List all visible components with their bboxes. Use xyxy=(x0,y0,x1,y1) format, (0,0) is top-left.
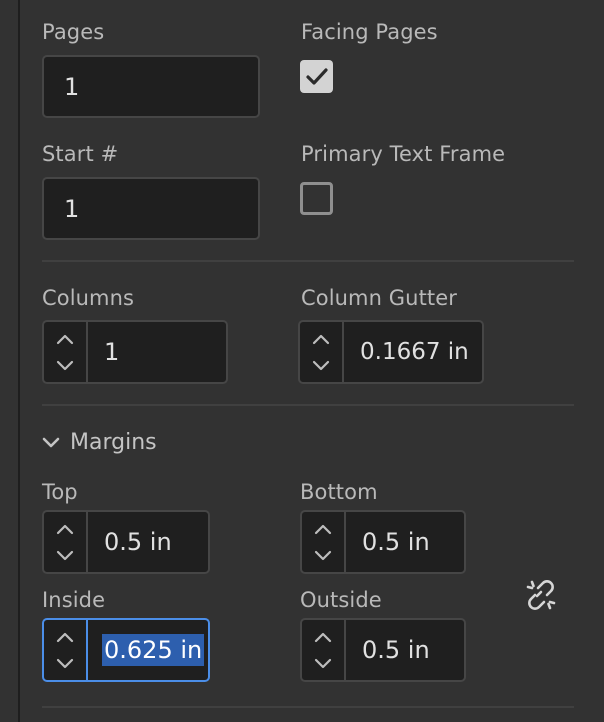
chevron-down-icon[interactable] xyxy=(50,655,80,671)
section-divider xyxy=(42,706,574,708)
column-gutter-input[interactable]: 0.1667 in xyxy=(344,322,482,382)
margin-outside-value: 0.5 in xyxy=(362,636,430,664)
margin-bottom-stepper-arrows xyxy=(302,512,346,572)
margin-bottom-input[interactable]: 0.5 in xyxy=(346,512,464,572)
start-number-label: Start # xyxy=(42,142,119,166)
margin-top-value: 0.5 in xyxy=(104,528,172,556)
columns-stepper-arrows xyxy=(44,322,88,382)
margin-outside-stepper[interactable]: 0.5 in xyxy=(300,618,466,682)
chevron-up-icon[interactable] xyxy=(50,331,80,347)
column-gutter-value: 0.1667 in xyxy=(360,339,469,365)
chevron-down-icon xyxy=(42,437,60,447)
margin-inside-stepper-arrows xyxy=(44,620,88,680)
chevron-up-icon[interactable] xyxy=(308,521,338,537)
margin-bottom-stepper[interactable]: 0.5 in xyxy=(300,510,466,574)
margin-inside-stepper[interactable]: 0.625 in xyxy=(42,618,210,682)
primary-text-frame-label: Primary Text Frame xyxy=(301,142,506,166)
document-setup-panel: Pages 1 Facing Pages Start # 1 Primary T… xyxy=(0,0,604,722)
column-gutter-stepper[interactable]: 0.1667 in xyxy=(298,320,484,384)
margin-inside-label: Inside xyxy=(42,588,106,612)
chevron-down-icon[interactable] xyxy=(50,357,80,373)
margin-inside-value: 0.625 in xyxy=(102,634,205,666)
margin-outside-label: Outside xyxy=(300,588,382,612)
margin-top-stepper[interactable]: 0.5 in xyxy=(42,510,210,574)
margin-outside-stepper-arrows xyxy=(302,620,346,680)
margin-top-input[interactable]: 0.5 in xyxy=(88,512,208,572)
margin-inside-input[interactable]: 0.625 in xyxy=(88,620,208,680)
chevron-up-icon[interactable] xyxy=(308,629,338,645)
start-number-value: 1 xyxy=(64,194,80,223)
column-gutter-label: Column Gutter xyxy=(301,286,458,310)
margin-outside-input[interactable]: 0.5 in xyxy=(346,620,464,680)
chevron-down-icon[interactable] xyxy=(308,655,338,671)
broken-link-icon[interactable] xyxy=(524,578,558,612)
columns-label: Columns xyxy=(42,286,135,310)
pages-value: 1 xyxy=(64,72,80,101)
pages-label: Pages xyxy=(42,20,105,44)
chevron-up-icon[interactable] xyxy=(306,331,336,347)
chevron-down-icon[interactable] xyxy=(50,547,80,563)
margin-top-stepper-arrows xyxy=(44,512,88,572)
columns-stepper[interactable]: 1 xyxy=(42,320,228,384)
facing-pages-checkbox[interactable] xyxy=(300,60,333,93)
margin-bottom-label: Bottom xyxy=(300,480,378,504)
facing-pages-label: Facing Pages xyxy=(301,20,438,44)
panel-left-border xyxy=(18,0,20,722)
margins-title: Margins xyxy=(70,430,157,455)
section-divider xyxy=(42,260,574,262)
section-divider xyxy=(42,404,574,406)
checkmark-icon xyxy=(305,67,328,85)
pages-input[interactable]: 1 xyxy=(42,55,260,118)
primary-text-frame-checkbox[interactable] xyxy=(300,182,333,215)
column-gutter-stepper-arrows xyxy=(300,322,344,382)
margin-top-label: Top xyxy=(42,480,78,504)
chevron-down-icon[interactable] xyxy=(308,547,338,563)
chevron-down-icon[interactable] xyxy=(306,357,336,373)
chevron-up-icon[interactable] xyxy=(50,629,80,645)
columns-value: 1 xyxy=(104,338,120,366)
margin-bottom-value: 0.5 in xyxy=(362,528,430,556)
columns-input[interactable]: 1 xyxy=(88,322,226,382)
margins-section-toggle[interactable]: Margins xyxy=(42,430,157,455)
chevron-up-icon[interactable] xyxy=(50,521,80,537)
start-number-input[interactable]: 1 xyxy=(42,177,260,240)
